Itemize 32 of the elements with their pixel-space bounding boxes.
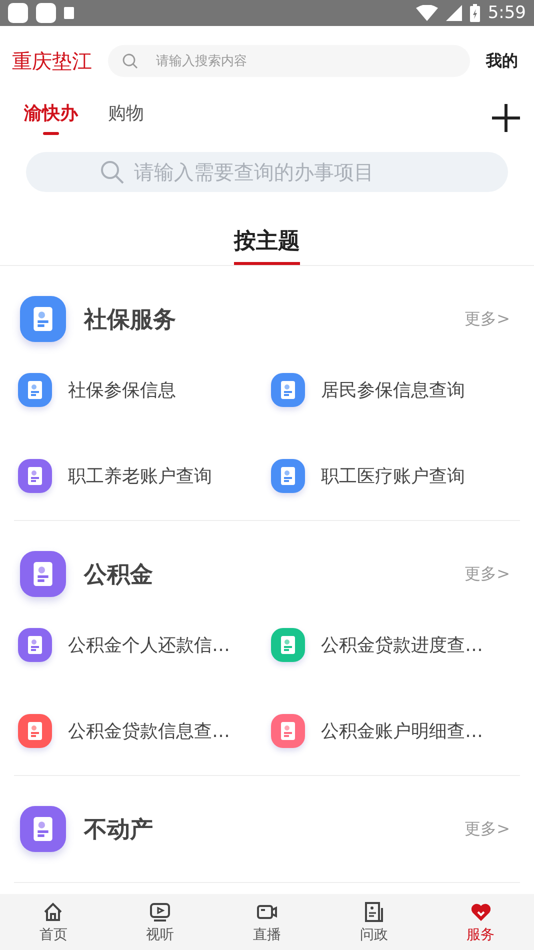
- service-item[interactable]: 居民参保信息查询: [267, 372, 520, 408]
- app-logo: 重庆垫江: [12, 48, 92, 74]
- service-item[interactable]: 公积金贷款信息查…: [14, 713, 267, 749]
- search-field[interactable]: 请输入搜索内容: [108, 45, 470, 77]
- section-tab[interactable]: 按主题: [234, 226, 300, 265]
- nav-tab[interactable]: 问政: [320, 894, 428, 950]
- profile-link[interactable]: 我的: [486, 50, 518, 72]
- notification-icon: [36, 3, 56, 23]
- service-item[interactable]: 职工医疗账户查询: [267, 458, 520, 494]
- service-item[interactable]: 公积金账户明细查…: [267, 713, 520, 749]
- category-title: 社保服务: [84, 306, 176, 334]
- nav-tab[interactable]: 视听: [106, 894, 214, 950]
- add-icon[interactable]: [492, 104, 520, 132]
- notification-icon: [64, 7, 74, 19]
- service-item[interactable]: 公积金贷款进度查…: [267, 627, 520, 663]
- status-time: 5:59: [488, 3, 526, 23]
- category-title: 公积金: [84, 560, 153, 590]
- video-icon: [148, 900, 172, 924]
- signal-icon: [446, 5, 462, 21]
- nav-tab[interactable]: 服务: [427, 894, 534, 950]
- service-item[interactable]: 公积金个人还款信…: [14, 627, 267, 663]
- tab[interactable]: 购物: [108, 101, 144, 135]
- category-title: 不动产: [84, 816, 153, 844]
- battery-icon: [470, 4, 480, 22]
- wifi-icon: [416, 5, 438, 21]
- tab[interactable]: 渝快办: [24, 101, 78, 135]
- service-item[interactable]: 社保参保信息: [14, 372, 267, 408]
- nav-tab[interactable]: 首页: [0, 894, 107, 950]
- service-search-field[interactable]: 请输入需要查询的办事项目: [26, 152, 508, 192]
- nav-tab[interactable]: 直播: [214, 894, 320, 950]
- notification-icon: [8, 3, 28, 23]
- service-item[interactable]: 职工养老账户查询: [14, 458, 267, 494]
